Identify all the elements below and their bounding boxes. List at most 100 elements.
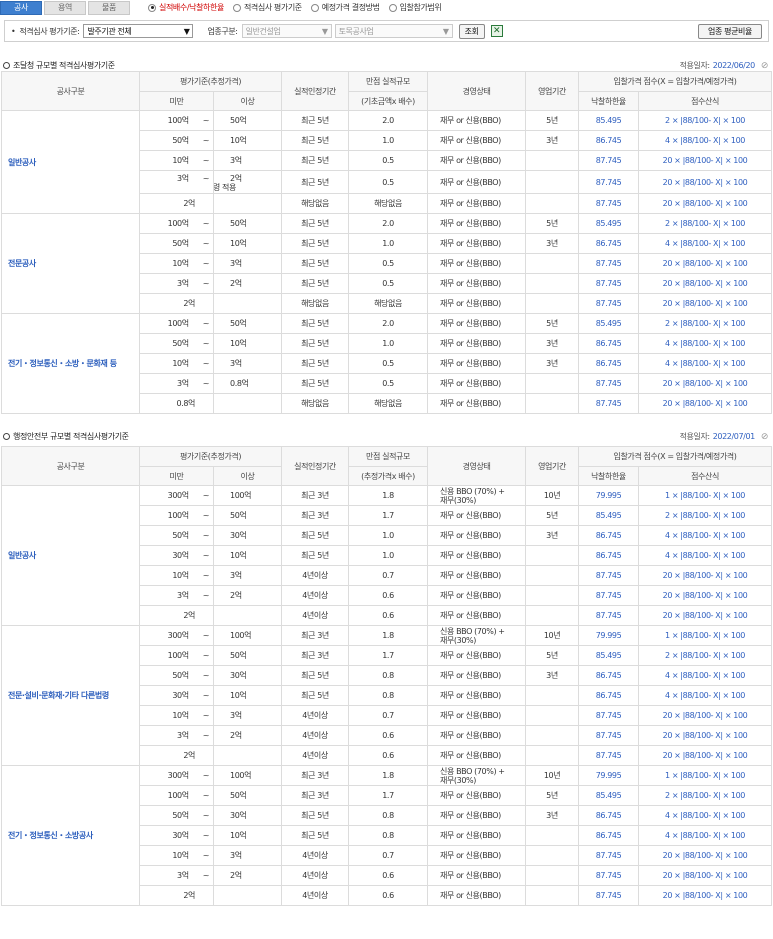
tab-construction[interactable]: 공사: [0, 0, 42, 15]
range-sep: ~: [202, 571, 210, 580]
formula-cell: 20 × |88/100- X| × 100: [638, 373, 772, 394]
top-bar: 공사 용역 물품 실적배수/낙찰하한율 적격심사 평가기준 예정가격 결정방법 …: [0, 0, 773, 15]
under-value: 3억: [177, 279, 189, 288]
radio-evaluation-criteria[interactable]: 적격심사 평가기준: [232, 2, 302, 13]
business-period-cell: 5년: [525, 313, 579, 334]
management-value: 재무 or 신용(BBO): [440, 651, 501, 660]
formula-cell: 4 × |88/100- X| × 100: [638, 665, 772, 686]
paperclip-icon[interactable]: ⊘: [761, 61, 769, 71]
period-cell: 4년이상: [281, 885, 349, 906]
business-period-cell: [525, 273, 579, 294]
over-value: 2억: [230, 591, 242, 600]
criteria-over-cell: [213, 745, 282, 766]
management-value: 재무 or 신용(BBO): [440, 259, 501, 268]
industry-average-button[interactable]: 업종 평균비율: [698, 23, 762, 39]
criteria-over-cell: 50억: [213, 110, 282, 131]
over-value: 10억: [230, 339, 247, 348]
scale-cell: 1.8: [348, 485, 428, 506]
business-period-cell: [525, 745, 579, 766]
business-period-cell: 3년: [525, 665, 579, 686]
radio-multiplier-rate[interactable]: 실적배수/낙찰하한율: [148, 2, 224, 13]
tab-service[interactable]: 용역: [44, 0, 86, 15]
scale-cell: 1.0: [348, 233, 428, 254]
subcategory-select[interactable]: 토목공사업 ▼: [334, 24, 453, 38]
over-value: 50억: [230, 319, 247, 328]
scale-cell: 0.6: [348, 585, 428, 606]
management-cell: 재무 or 신용(BBO): [427, 505, 526, 526]
management-cell: 신용 BBO (70%) + 재무(30%): [427, 625, 526, 646]
under-value: 30억: [172, 551, 189, 560]
radio-estimated-price-method[interactable]: 예정가격 결정방법: [310, 2, 380, 13]
scale-cell: 0.6: [348, 865, 428, 886]
category-select[interactable]: 일반건설업 ▼: [241, 24, 332, 38]
lower-rate-cell: 86.745: [578, 353, 639, 374]
lower-rate-cell: 85.495: [578, 785, 639, 806]
criteria-under-cell: 50억 ~: [139, 805, 214, 826]
lower-rate-cell: 87.745: [578, 845, 639, 866]
agency-select[interactable]: 발주기관 전체 ▼: [83, 24, 194, 38]
scale-cell: 0.7: [348, 705, 428, 726]
range-sep: ~: [202, 379, 210, 388]
criteria-under-cell: 10억 ~: [139, 565, 214, 586]
lower-rate-cell: 87.745: [578, 605, 639, 626]
under-value: 30억: [172, 831, 189, 840]
over-value: 100억: [230, 491, 252, 500]
scale-cell: 0.5: [348, 353, 428, 374]
formula-cell: 20 × |88/100- X| × 100: [638, 393, 772, 414]
management-cell: 재무 or 신용(BBO): [427, 825, 526, 846]
radio-dot: [310, 3, 319, 12]
scale-cell: 0.6: [348, 605, 428, 626]
business-period-cell: [525, 170, 579, 194]
over-value: 30억: [230, 811, 247, 820]
business-period-cell: [525, 685, 579, 706]
formula-cell: 20 × |88/100- X| × 100: [638, 150, 772, 171]
management-value: 재무 or 신용(BBO): [440, 199, 501, 208]
apply-date-pps: 적용일자: 2022/06/20 ⊘: [680, 60, 769, 71]
tab-goods[interactable]: 물품: [88, 0, 130, 15]
radio-bid-participation[interactable]: 입찰참가범위: [388, 2, 442, 13]
under-value: 100억: [167, 219, 189, 228]
criteria-over-cell: 100억: [213, 625, 282, 646]
management-value: 재무 or 신용(BBO): [440, 891, 501, 900]
range-sep: ~: [202, 771, 210, 780]
under-value: 100억: [167, 511, 189, 520]
period-cell: 최근 5년: [281, 333, 349, 354]
range-sep: ~: [202, 791, 210, 800]
range-sep: ~: [202, 711, 210, 720]
period-cell: 4년이상: [281, 565, 349, 586]
under-value: 3억: [177, 731, 189, 740]
formula-cell: 2 × |88/100- X| × 100: [638, 645, 772, 666]
lower-rate-cell: 87.745: [578, 745, 639, 766]
header-bid-score: 입찰가격 점수(X = 입찰가격/예정가격): [578, 71, 772, 92]
scale-cell: 1.0: [348, 333, 428, 354]
over-value: 3억: [230, 156, 242, 165]
paperclip-icon[interactable]: ⊘: [761, 432, 769, 442]
excel-icon[interactable]: ✕: [490, 25, 503, 37]
criteria-under-cell: 10억 ~: [139, 353, 214, 374]
criteria-over-cell: 3억: [213, 253, 282, 274]
filter-bar: • 적격심사 평가기준: 발주기관 전체 ▼ 업종구분: 일반건설업 ▼ 토목공사업…: [4, 20, 769, 42]
range-sep: ~: [202, 279, 210, 288]
scale-cell: 0.8: [348, 665, 428, 686]
formula-cell: 4 × |88/100- X| × 100: [638, 825, 772, 846]
management-cell: 재무 or 신용(BBO): [427, 130, 526, 151]
business-period-cell: 3년: [525, 333, 579, 354]
formula-cell: 2 × |88/100- X| × 100: [638, 505, 772, 526]
over-value: 30억: [230, 531, 247, 540]
search-button[interactable]: 조회: [458, 23, 485, 39]
business-period-cell: [525, 605, 579, 626]
criteria-under-cell: 10억 ~: [139, 150, 214, 171]
scale-cell: 0.5: [348, 150, 428, 171]
range-sep: ~: [202, 651, 210, 660]
table-row: 전기・정보통신・소방공사 300억 ~100억 최근 3년 1.8 신용 BBO (70%…: [1, 765, 772, 906]
range-sep: ~: [202, 239, 210, 248]
over-value: 3억: [230, 359, 242, 368]
management-cell: 재무 or 신용(BBO): [427, 333, 526, 354]
under-value: 3억: [177, 379, 189, 388]
management-cell: 재무 or 신용(BBO): [427, 545, 526, 566]
management-value: 재무 or 신용(BBO): [440, 811, 501, 820]
over-value: 2억: [230, 279, 242, 288]
management-cell: 재무 or 신용(BBO): [427, 253, 526, 274]
management-value: 재무 or 신용(BBO): [440, 591, 501, 600]
header-period: 실적인정기간: [281, 446, 349, 486]
